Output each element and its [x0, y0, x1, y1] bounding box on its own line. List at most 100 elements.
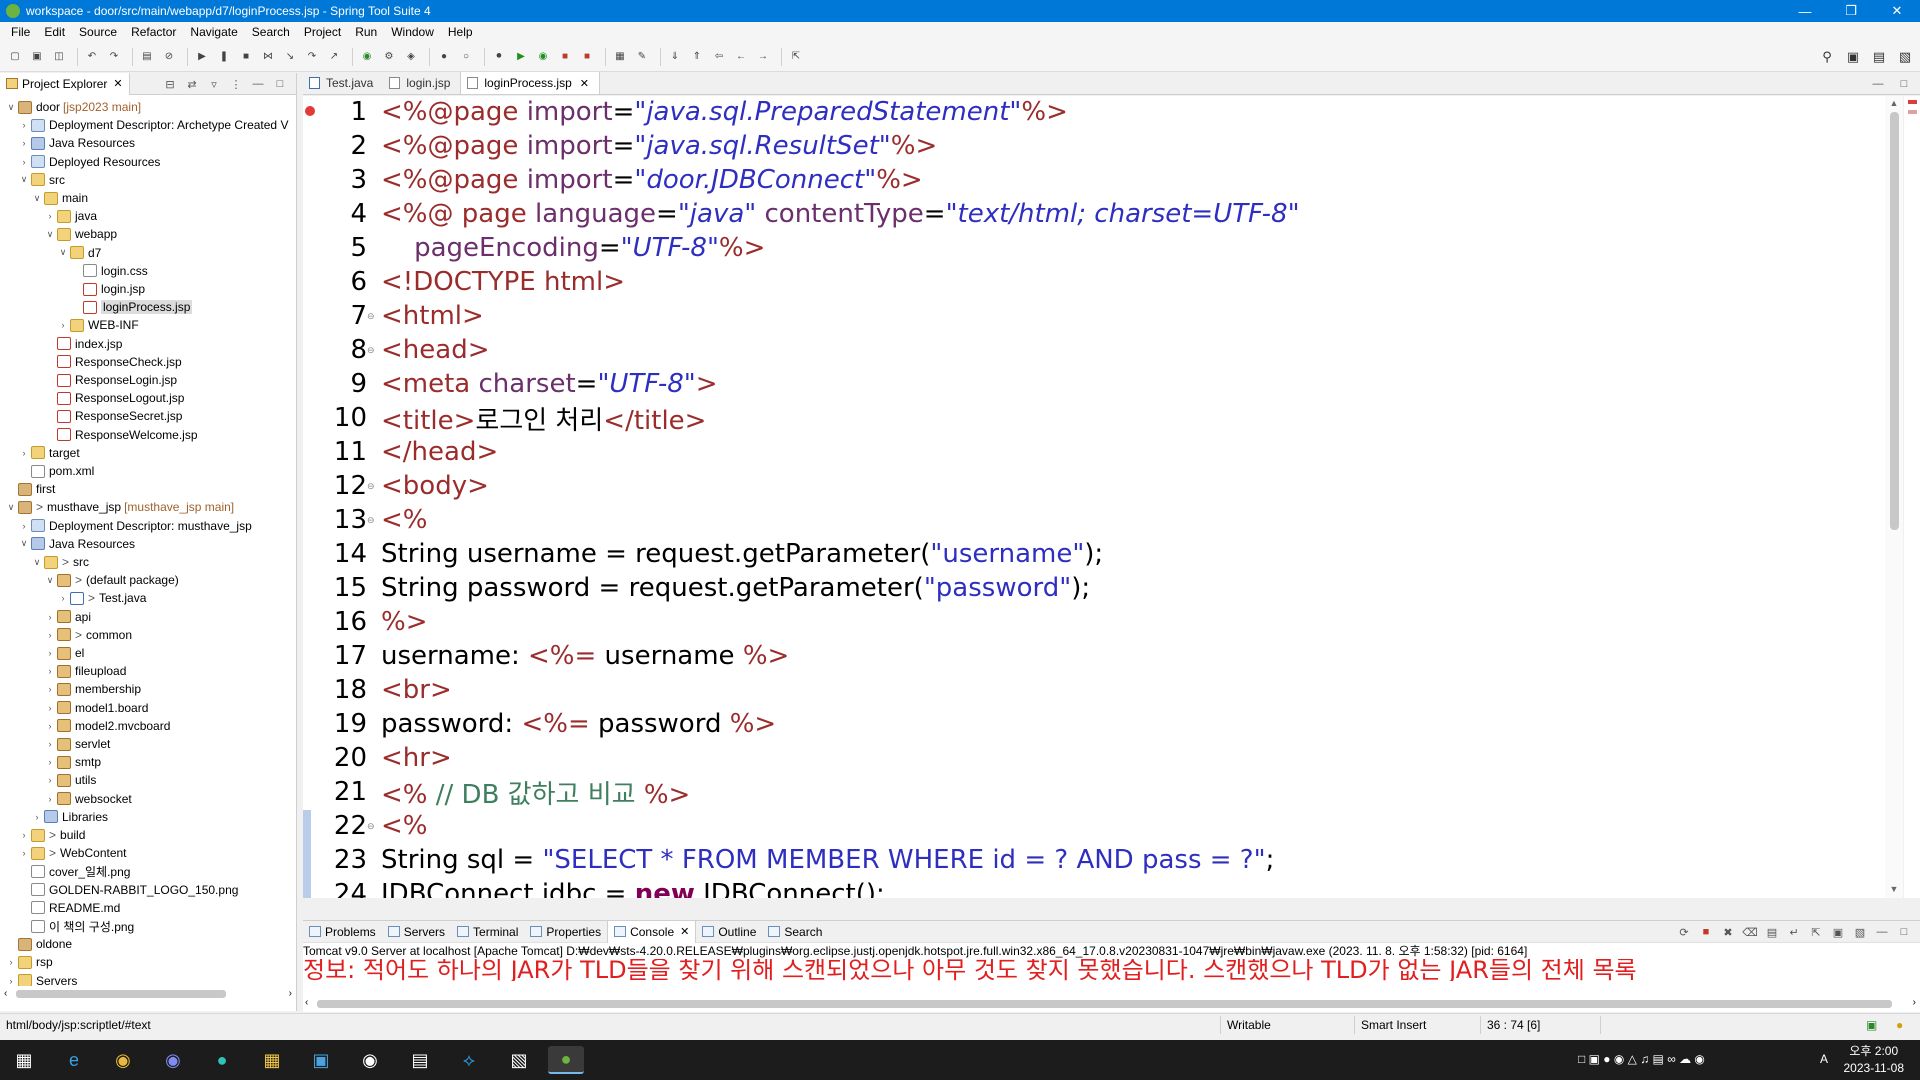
chevron-right-icon[interactable]: › [19, 848, 29, 858]
tree-item[interactable]: › websocket [45, 790, 132, 808]
code-line[interactable]: 15 String password = request.getParameter… [317, 571, 1090, 605]
scrollbar-thumb[interactable] [1890, 112, 1899, 530]
scroll-left-icon[interactable]: ‹ [4, 988, 7, 999]
word-wrap-icon[interactable]: ↵ [1786, 924, 1802, 940]
terminate-icon[interactable]: ■ [1698, 924, 1714, 940]
code-line[interactable]: 7 ⊖ <html> [317, 299, 483, 333]
chevron-down-icon[interactable]: ∨ [58, 247, 68, 258]
maximize-editor-icon[interactable]: □ [1896, 76, 1912, 92]
code-line[interactable]: 13 ⊖ <% [317, 503, 428, 537]
tab-terminal[interactable]: Terminal [451, 921, 524, 943]
notification-icon[interactable]: ▣ [1866, 1018, 1877, 1032]
code-line[interactable]: 6 <!DOCTYPE html> [317, 265, 625, 299]
scrollbar-thumb[interactable] [317, 1000, 1892, 1008]
tree-item[interactable]: ∨ door [jsp2023 main] [6, 98, 141, 116]
chevron-right-icon[interactable]: › [45, 666, 55, 676]
chevron-right-icon[interactable]: › [32, 812, 42, 822]
code-editor[interactable]: 1 <%@page import="java.sql.PreparedStatem… [303, 96, 1903, 898]
warning-overview-marker[interactable] [1908, 110, 1917, 114]
minimize-button[interactable]: — [1782, 0, 1828, 22]
tree-item[interactable]: › Libraries [32, 808, 109, 826]
new-java-project-icon[interactable]: ⚙ [380, 48, 398, 66]
chevron-right-icon[interactable]: › [19, 521, 29, 531]
code-line[interactable]: 3 <%@page import="door.JDBConnect"%> [317, 163, 922, 197]
tab-search[interactable]: Search [762, 921, 828, 943]
tab-problems[interactable]: Problems [303, 921, 382, 943]
boot-dashboard-icon[interactable]: ◉ [358, 48, 376, 66]
search-icon[interactable]: ⚲ [1818, 48, 1836, 66]
code-line[interactable]: 4 <%@ page language="java" contentType="t… [317, 197, 1299, 231]
pin-console-icon[interactable]: ⇱ [1808, 924, 1824, 940]
fold-toggle-icon[interactable]: ⊖ [367, 345, 375, 356]
chevron-right-icon[interactable]: › [19, 120, 29, 130]
scrollbar-thumb[interactable] [16, 990, 226, 998]
vscode-icon[interactable]: ⟡ [451, 1046, 487, 1074]
terminate-icon[interactable]: ■ [237, 48, 255, 66]
close-button[interactable]: ✕ [1874, 0, 1920, 22]
tree-item[interactable]: login.jsp [71, 280, 145, 298]
tree-item[interactable]: › Deployment Descriptor: musthave_jsp [19, 517, 252, 535]
back-icon[interactable]: ← [732, 48, 750, 66]
file-explorer-icon[interactable]: ▦ [254, 1046, 290, 1074]
close-icon[interactable]: ✕ [580, 77, 589, 90]
java-ee-perspective-icon[interactable]: ▤ [1870, 48, 1888, 66]
close-icon[interactable]: ✕ [113, 77, 122, 90]
tree-item[interactable]: pom.xml [19, 462, 94, 480]
tree-item[interactable]: first [6, 480, 55, 498]
terminal-icon[interactable]: ▤ [138, 48, 156, 66]
code-line[interactable]: 24 JDBConnect jdbc = new JDBConnect(); [317, 877, 885, 898]
word-pad-icon[interactable]: ▣ [303, 1046, 339, 1074]
fold-toggle-icon[interactable]: ⊖ [367, 515, 375, 526]
tree-item[interactable]: oldone [6, 935, 72, 953]
tree-item[interactable]: › fileupload [45, 662, 127, 680]
code-line[interactable]: 10 <title>로그인 처리</title> [317, 401, 707, 436]
skip-breakpoints-icon[interactable]: ⊘ [160, 48, 178, 66]
chevron-right-icon[interactable]: › [19, 830, 29, 840]
tree-item[interactable]: › > common [45, 626, 133, 644]
previous-annotation-icon[interactable]: ⇑ [688, 48, 706, 66]
tree-item[interactable]: ResponseLogin.jsp [45, 371, 177, 389]
tree-item[interactable]: loginProcess.jsp [71, 298, 193, 316]
menu-file[interactable]: File [4, 25, 37, 39]
scroll-down-icon[interactable]: ▼ [1889, 884, 1899, 894]
chevron-down-icon[interactable]: ∨ [32, 193, 42, 204]
tree-item[interactable]: ResponseLogout.jsp [45, 389, 184, 407]
display-console-icon[interactable]: ▣ [1830, 924, 1846, 940]
next-annotation-icon[interactable]: ⇓ [666, 48, 684, 66]
edge-icon[interactable]: ● [204, 1046, 240, 1074]
tree-item[interactable]: › utils [45, 771, 97, 789]
project-explorer-scrollbar[interactable]: ‹ › [4, 988, 292, 1000]
tree-item[interactable]: › > Test.java [58, 589, 147, 607]
debug-icon[interactable]: ⚫ [490, 48, 508, 66]
tree-item[interactable]: ∨ webapp [45, 225, 117, 243]
tree-item[interactable]: › membership [45, 680, 142, 698]
tree-item[interactable]: login.css [71, 262, 148, 280]
windows-start-icon[interactable]: ▦ [6, 1046, 42, 1074]
chevron-down-icon[interactable]: ∨ [19, 538, 29, 549]
tab-project-explorer[interactable]: Project Explorer ✕ [0, 72, 130, 95]
fold-toggle-icon[interactable]: ⊖ [367, 481, 375, 492]
undo-icon[interactable]: ↶ [83, 48, 101, 66]
chevron-right-icon[interactable]: › [45, 739, 55, 749]
tree-item[interactable]: › > build [19, 826, 86, 844]
coverage-icon[interactable]: ◉ [534, 48, 552, 66]
step-return-icon[interactable]: ↗ [325, 48, 343, 66]
tree-item[interactable]: › smtp [45, 753, 102, 771]
remove-all-icon[interactable]: ✖ [1720, 924, 1736, 940]
notepad-icon[interactable]: ▧ [501, 1046, 537, 1074]
tab-loginprocess-jsp[interactable]: loginProcess.jsp ✕ [460, 72, 600, 94]
tree-item[interactable]: › Deployed Resources [19, 153, 161, 171]
tree-item[interactable]: › > WebContent [19, 844, 127, 862]
open-perspective-icon[interactable]: ▣ [1844, 48, 1862, 66]
tree-item[interactable]: ResponseCheck.jsp [45, 353, 182, 371]
tree-item[interactable]: › model1.board [45, 699, 149, 717]
run-icon[interactable]: ▶ [512, 48, 530, 66]
menu-run[interactable]: Run [348, 25, 384, 39]
chevron-right-icon[interactable]: › [6, 976, 16, 986]
tree-item[interactable]: ResponseSecret.jsp [45, 407, 182, 425]
tab-console[interactable]: Console ✕ [607, 920, 697, 943]
chevron-right-icon[interactable]: › [19, 138, 29, 148]
code-line[interactable]: 20 <hr> [317, 741, 452, 775]
last-edit-icon[interactable]: ⇦ [710, 48, 728, 66]
tree-item[interactable]: › Servers [6, 972, 77, 986]
